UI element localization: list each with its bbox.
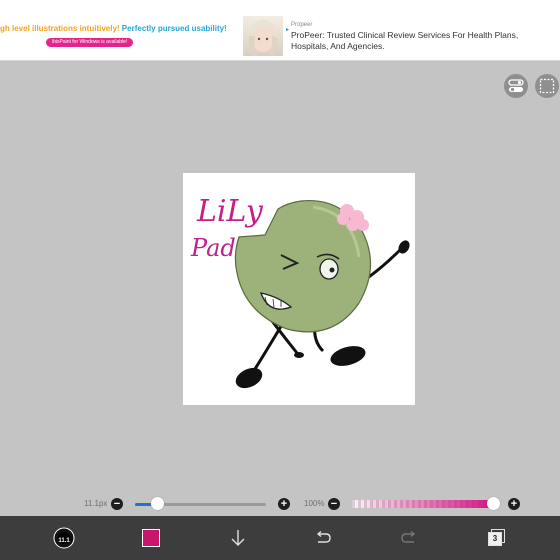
layer-toggle-icon [508,79,524,92]
ad-headline-orange: gh level illustrations intuitively! [0,24,120,33]
color-swatch [142,529,160,547]
lily-pad-character: LiLy Pad [190,194,410,389]
handwriting-pad: Pad [190,234,236,262]
undo-button[interactable] [306,521,340,555]
ad-banner[interactable]: gh level illustrations intuitively! Perf… [0,0,560,61]
redo-icon [401,531,416,543]
ad-brand: Propeer [291,22,313,28]
bottom-toolbar: 11.1 3 [0,516,560,560]
download-button[interactable] [221,521,255,555]
ad-pill-badge[interactable]: ibisPaint for Windows is available! [46,38,134,47]
layers-icon: 3 [487,529,505,547]
slider-row: 11.1px − + 100% − + [0,494,560,514]
ad-headline-blue: Perfectly pursued usability! [119,24,227,33]
undo-icon [316,531,331,543]
ad-portrait-image [248,20,278,56]
opacity-slider[interactable] [352,500,494,508]
ad-text-block[interactable]: Propeer ProPeer: Trusted Clinical Review… [291,22,556,52]
download-arrow-icon [231,530,245,546]
brush-size-decrease-button[interactable]: − [111,498,123,510]
ad-headline: gh level illustrations intuitively! Perf… [0,24,227,33]
ad-thumbnail[interactable] [243,16,283,56]
opacity-label: 100% [304,499,325,508]
handwriting-lily: LiLy [196,194,264,229]
layer-count: 3 [488,532,502,546]
opacity-increase-button[interactable]: + [508,498,520,510]
brush-size-value: 11.1 [58,538,70,544]
opacity-slider-knob[interactable] [487,497,500,510]
brush-size-icon: 11.1 [53,527,75,549]
brush-size-increase-button[interactable]: + [278,498,290,510]
canvas-artwork[interactable]: LiLy Pad [183,173,415,405]
selection-button[interactable] [535,74,559,98]
ad-description: ProPeer: Trusted Clinical Review Service… [291,30,519,51]
color-button[interactable] [134,521,168,555]
layers-button[interactable]: 3 [479,521,513,555]
ad-creative[interactable]: gh level illustrations intuitively! Perf… [0,0,243,60]
brush-size-label: 11.1px [84,499,108,508]
redo-button[interactable] [392,521,426,555]
ad-choices-icon[interactable]: ▸ [284,26,291,33]
selection-icon [539,78,555,94]
opacity-decrease-button[interactable]: − [328,498,340,510]
layer-toggle-button[interactable] [504,74,528,98]
brush-size-button[interactable]: 11.1 [47,521,81,555]
brush-size-slider-knob[interactable] [151,497,165,510]
